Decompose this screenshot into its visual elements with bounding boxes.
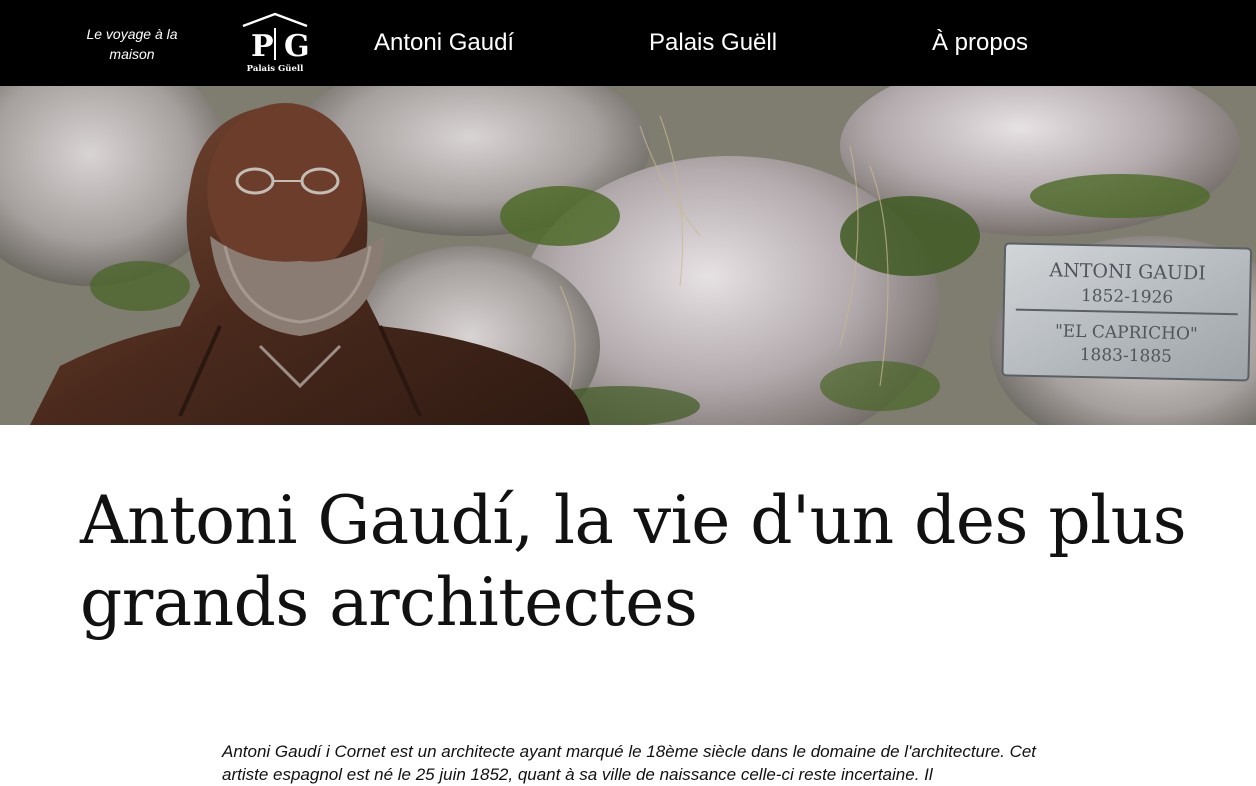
article-intro: Antoni Gaudí i Cornet est un architecte … (222, 742, 1037, 784)
nav-a-propos[interactable]: À propos (932, 28, 1028, 58)
hero-image: ANTONI GAUDI 1852-1926 "EL CAPRICHO" 188… (0, 86, 1256, 425)
plaque-line-3: "EL CAPRICHO" (1055, 321, 1198, 344)
logo-letter-right: G (284, 29, 310, 64)
site-header: Le voyage à la maison P G Palais Güell A… (0, 0, 1256, 86)
hero-photo-gaudi-statue: ANTONI GAUDI 1852-1926 "EL CAPRICHO" 188… (0, 86, 1256, 425)
plaque-line-4: 1883-1885 (1080, 345, 1173, 367)
hero-plaque: ANTONI GAUDI 1852-1926 "EL CAPRICHO" 188… (1001, 242, 1253, 382)
plaque-line-2: 1852-1926 (1081, 286, 1174, 308)
site-logo[interactable]: P G Palais Güell (237, 12, 313, 76)
site-tagline-link[interactable]: Le voyage à la maison (80, 24, 184, 64)
logo-letter-left: P (251, 29, 274, 64)
article-title: Antoni Gaudí, la vie d'un des plus grand… (80, 482, 1187, 641)
nav-antoni-gaudi[interactable]: Antoni Gaudí (374, 28, 514, 58)
nav-palais-guell[interactable]: Palais Guëll (649, 28, 777, 58)
logo-mark: P G Palais Güell (242, 12, 310, 74)
logo-caption: Palais Güell (247, 63, 304, 74)
plaque-line-1: ANTONI GAUDI (1048, 259, 1206, 284)
